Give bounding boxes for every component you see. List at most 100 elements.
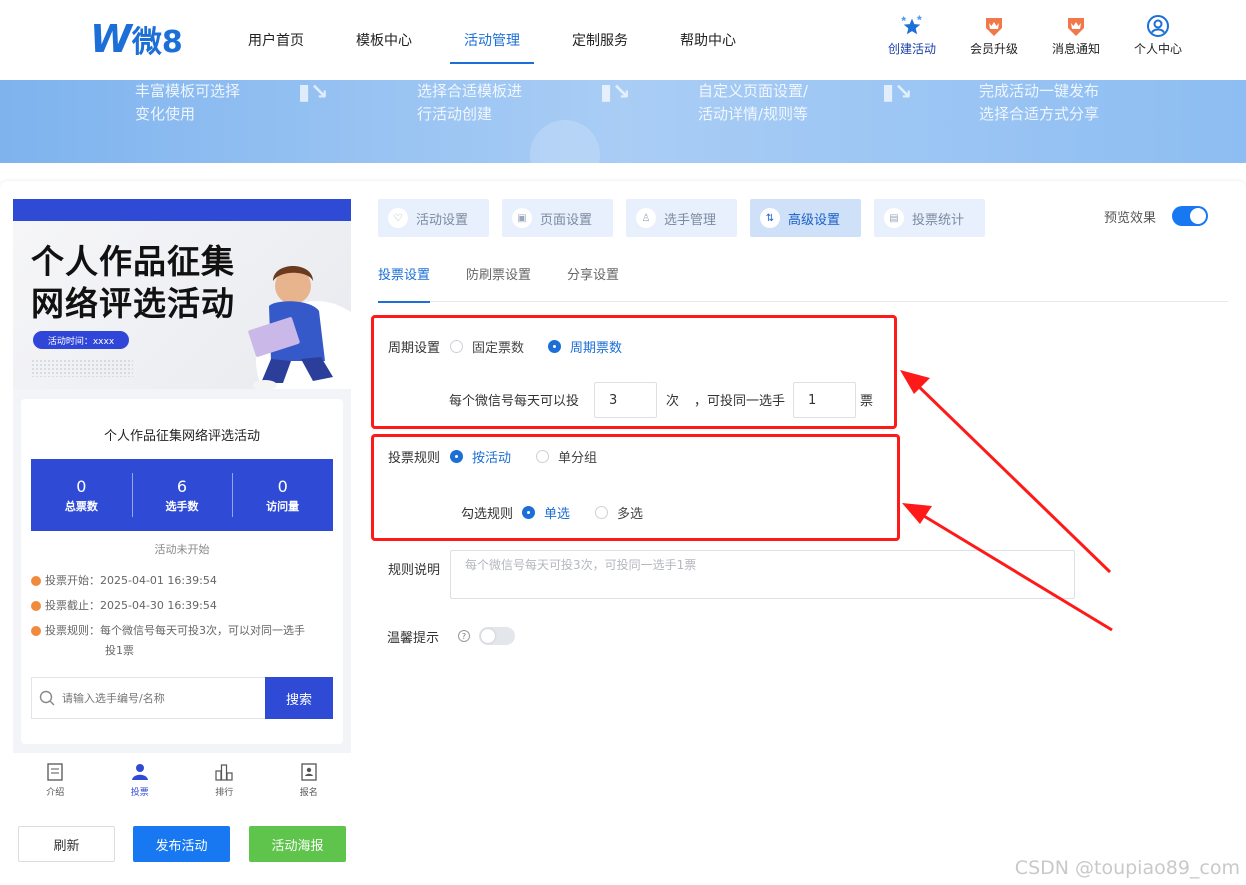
info-dot-icon (31, 601, 41, 611)
create-activity-button[interactable]: 创建活动 (884, 14, 940, 57)
preview-effect-switch[interactable] (1172, 206, 1209, 226)
poster-illustration-icon (248, 266, 351, 389)
tab-vote[interactable]: 投票 (98, 753, 183, 807)
radio-circle (522, 506, 535, 519)
subtab-vote-settings[interactable]: 投票设置 (378, 258, 431, 303)
banner-arrow-icon: ▮↘ (298, 80, 329, 105)
radio-single-group[interactable]: 单分组 (536, 447, 597, 466)
subtab-anti-cheat[interactable]: 防刷票设置 (466, 258, 531, 302)
top-navbar: W 微8 用户首页 模板中心 活动管理 定制服务 帮助中心 创建活动 会员升级 … (0, 0, 1246, 80)
tab-advanced-settings[interactable]: ⇅ 高级设置 (750, 199, 861, 237)
period-setting-label: 周期设置 (388, 341, 441, 356)
member-upgrade-button[interactable]: 会员升级 (966, 14, 1022, 57)
same-contestant-input[interactable] (793, 382, 856, 418)
poster-headline: 个人作品征集 网络评选活动 (31, 242, 235, 323)
header-actions: 创建活动 会员升级 消息通知 个人中心 (884, 14, 1186, 57)
tab-contestant-management[interactable]: ♙ 选手管理 (626, 199, 737, 237)
logo[interactable]: W 微8 (90, 17, 183, 61)
activity-poster-button[interactable]: 活动海报 (249, 826, 346, 862)
refresh-button[interactable]: 刷新 (18, 826, 115, 862)
activity-title: 个人作品征集网络评选活动 (103, 429, 260, 444)
subtab-share-settings[interactable]: 分享设置 (567, 258, 619, 302)
preview-effect-label: 预览效果 (1104, 210, 1157, 226)
stat-visits: 0 访问量 (232, 459, 333, 531)
radio-circle (450, 450, 463, 463)
id-card-icon (300, 762, 318, 781)
info-dot-icon (31, 626, 41, 636)
create-activity-label: 创建活动 (887, 42, 936, 56)
radio-single-choice[interactable]: 单选 (522, 503, 570, 522)
vote-unit-label: 票 (860, 394, 874, 409)
main-nav: 用户首页 模板中心 活动管理 定制服务 帮助中心 (222, 0, 762, 80)
poster-dots-decoration (31, 359, 133, 377)
nav-activity-management[interactable]: 活动管理 (438, 0, 546, 80)
search-input[interactable] (62, 678, 265, 718)
banner-decoration (530, 120, 600, 163)
same-contestant-label: ，可投同一选手 (694, 394, 786, 409)
activity-stats: 0 总票数 6 选手数 0 访问量 (31, 459, 333, 531)
stat-contestants: 6 选手数 (131, 459, 233, 531)
preview-tabbar: 介绍 投票 排行 报名 (13, 753, 351, 807)
logo-text: 微8 (131, 25, 183, 60)
radio-fixed-votes[interactable]: 固定票数 (450, 337, 524, 356)
tab-intro[interactable]: 介绍 (13, 753, 98, 807)
logo-w-mark: W (90, 17, 132, 61)
stars-icon (900, 14, 924, 38)
user-icon (131, 763, 149, 781)
image-icon: ▣ (512, 208, 532, 228)
nav-user-home[interactable]: 用户首页 (222, 0, 330, 80)
vote-subtabs: 投票设置 防刷票设置 分享设置 (378, 258, 1228, 303)
tab-vote-statistics[interactable]: ▤ 投票统计 (874, 199, 985, 237)
daily-votes-label: 每个微信号每天可以投 (449, 394, 580, 409)
member-upgrade-label: 会员升级 (969, 42, 1018, 56)
banner-arrow-icon: ▮↘ (882, 80, 913, 105)
watermark: CSDN @toupiao89_com (1014, 857, 1240, 879)
tab-ranking[interactable]: 排行 (182, 753, 267, 807)
heart-icon: ♡ (388, 208, 408, 228)
daily-votes-input[interactable] (594, 382, 657, 418)
banner-step-2: 选择合适模板进 行活动创建 (417, 82, 523, 123)
banner-step-3: 自定义页面设置/ 活动详情/规则等 (698, 82, 809, 123)
help-question-icon[interactable]: ? (458, 630, 470, 642)
radio-circle (595, 506, 608, 519)
sliders-icon: ⇅ (760, 208, 780, 228)
settings-tabs: ♡ 活动设置 ▣ 页面设置 ♙ 选手管理 ⇅ 高级设置 ▤ 投票统计 (378, 199, 985, 237)
warm-tip-switch[interactable] (479, 627, 515, 645)
publish-activity-button[interactable]: 发布活动 (133, 826, 230, 862)
contestant-search: 搜索 (31, 677, 333, 719)
tab-signup[interactable]: 报名 (267, 753, 352, 807)
rule-description-textarea[interactable]: 每个微信号每天可投3次，可投同一选手1票 (450, 550, 1075, 599)
nav-custom-service[interactable]: 定制服务 (546, 0, 654, 80)
vote-rule-label: 投票规则 (388, 451, 441, 466)
user-center-button[interactable]: 个人中心 (1130, 14, 1186, 57)
rule-description-label: 规则说明 (388, 563, 441, 578)
crown-badge-icon (982, 14, 1006, 38)
check-rule-label: 勾选规则 (461, 507, 514, 522)
banner-step-1: 丰富模板可选择 变化使用 (135, 82, 241, 123)
search-button[interactable]: 搜索 (265, 677, 333, 719)
radio-periodic-votes[interactable]: 周期票数 (548, 337, 622, 356)
user-circle-icon (1146, 14, 1170, 38)
search-icon (32, 678, 62, 718)
notifications-button[interactable]: 消息通知 (1048, 14, 1104, 57)
nav-help-center[interactable]: 帮助中心 (654, 0, 762, 80)
info-vote-start: 投票开始：2025-04-01 16:39:54 (31, 571, 331, 591)
podium-icon (215, 763, 233, 781)
document-icon (46, 762, 64, 781)
radio-circle (450, 340, 463, 353)
process-banner: 丰富模板可选择 变化使用 ▮↘ 选择合适模板进 行活动创建 ▮↘ 自定义页面设置… (0, 80, 1246, 163)
banner-arrow-icon: ▮↘ (600, 80, 631, 105)
activity-status: 活动未开始 (154, 543, 210, 556)
chart-icon: ▤ (884, 208, 904, 228)
tab-activity-settings[interactable]: ♡ 活动设置 (378, 199, 489, 237)
poster-time-pill: 活动时间：xxxx (33, 331, 129, 349)
radio-by-activity[interactable]: 按活动 (450, 447, 511, 466)
times-unit-label: 次 (666, 394, 680, 409)
tab-page-settings[interactable]: ▣ 页面设置 (502, 199, 613, 237)
info-dot-icon (31, 576, 41, 586)
radio-multiple-choice[interactable]: 多选 (595, 503, 643, 522)
nav-template-center[interactable]: 模板中心 (330, 0, 438, 80)
radio-circle (536, 450, 549, 463)
info-vote-rule: 投票规则：每个微信号每天可投3次，可以对同一选手 投1票 (31, 621, 331, 661)
notifications-label: 消息通知 (1051, 42, 1100, 56)
